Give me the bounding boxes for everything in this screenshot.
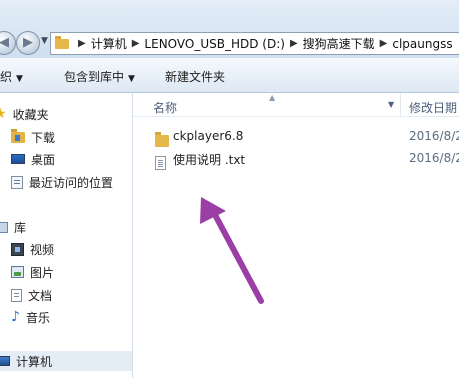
- annotation-arrow: [200, 197, 264, 304]
- arrow-shaft: [210, 208, 264, 304]
- arrow-head-icon: [200, 197, 226, 224]
